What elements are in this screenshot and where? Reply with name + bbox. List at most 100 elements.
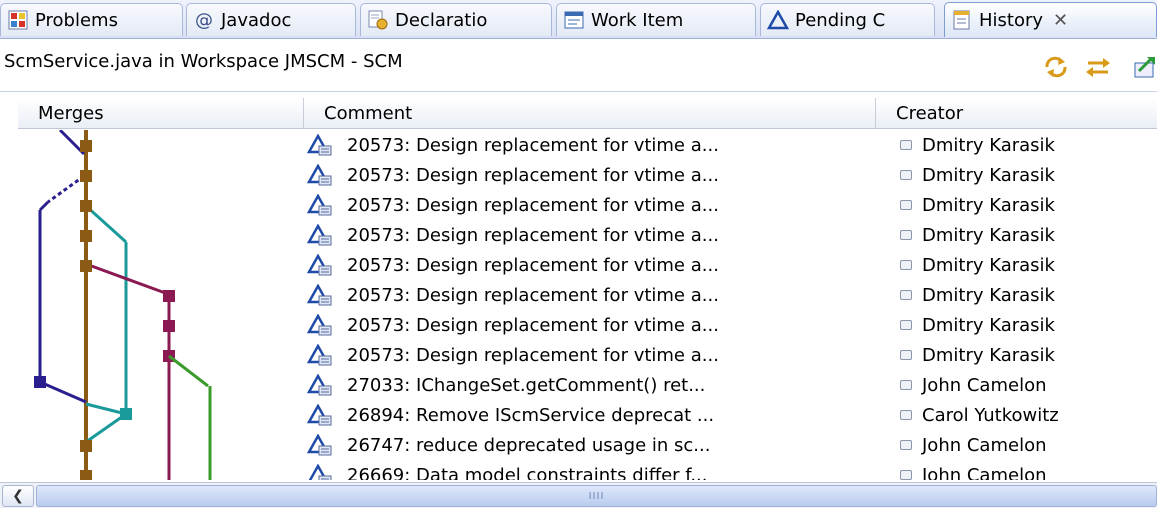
comment-text: 20573: Design replacement for vtime a... <box>347 344 719 366</box>
comment-cell: 27033: IChangeSet.getComment() ret... <box>305 374 875 396</box>
user-icon <box>900 350 912 360</box>
tab-label: History <box>979 9 1044 31</box>
comment-cell: 20573: Design replacement for vtime a... <box>305 134 875 156</box>
creator-cell: Carol Yutkowitz <box>900 405 1059 426</box>
merge-node <box>80 140 92 152</box>
change-set-icon <box>306 224 333 246</box>
tab-pending-changes[interactable]: Pending C <box>760 3 935 36</box>
creator-name: John Camelon <box>922 464 1047 481</box>
creator-name: Dmitry Karasik <box>922 194 1055 216</box>
at-sign-icon: @ <box>195 9 213 31</box>
creator-name: Dmitry Karasik <box>922 254 1055 276</box>
change-set-icon <box>306 374 333 396</box>
tab-label: Problems <box>35 9 118 31</box>
comment-cell: 20573: Design replacement for vtime a... <box>305 224 875 246</box>
creator-name: Dmitry Karasik <box>922 134 1055 156</box>
user-icon <box>900 470 912 480</box>
user-icon <box>900 380 912 390</box>
change-set-icon <box>307 464 333 480</box>
comment-text: 20573: Design replacement for vtime a... <box>347 194 719 216</box>
tab-label: Declaratio <box>395 9 488 31</box>
delta-icon <box>767 9 789 31</box>
creator-name: Dmitry Karasik <box>922 164 1055 186</box>
merge-node <box>80 440 92 452</box>
compare-icon[interactable] <box>1084 54 1112 80</box>
comment-cell: 20573: Design replacement for vtime a... <box>305 314 875 336</box>
tab-problems[interactable]: Problems <box>0 3 183 36</box>
change-set-icon <box>306 434 333 456</box>
history-toolbar: ScmService.java in Workspace JMSCM - SCM <box>0 39 1157 92</box>
merge-node <box>80 230 92 242</box>
tab-label: Work Item <box>591 9 684 31</box>
comment-cell: 26894: Remove IScmService deprecat ... <box>305 404 875 426</box>
user-icon <box>900 230 912 240</box>
comment-cell: 20573: Design replacement for vtime a... <box>305 194 875 216</box>
comment-text: 26894: Remove IScmService deprecat ... <box>347 404 715 426</box>
creator-cell: Dmitry Karasik <box>900 285 1055 306</box>
merge-node <box>34 376 46 388</box>
comment-cell: 20573: Design replacement for vtime a... <box>305 254 875 276</box>
comment-text: 20573: Design replacement for vtime a... <box>347 314 719 336</box>
view-tab-bar: Problems @ Javadoc Declaratio Work Item … <box>0 0 1157 39</box>
column-header-label: Comment <box>324 102 413 124</box>
user-icon <box>900 290 912 300</box>
tab-declaration[interactable]: Declaratio <box>360 3 552 36</box>
creator-cell: Dmitry Karasik <box>900 225 1055 246</box>
problems-icon <box>7 9 29 31</box>
merge-line-navy <box>47 174 85 204</box>
comment-text: 20573: Design replacement for vtime a... <box>347 284 719 306</box>
creator-cell: John Camelon <box>900 464 1047 481</box>
comment-text: 20573: Design replacement for vtime a... <box>347 134 719 156</box>
column-header-label: Creator <box>896 102 964 124</box>
comment-cell: 20573: Design replacement for vtime a... <box>305 164 875 186</box>
scroll-thumb[interactable]: IIII <box>36 485 1157 507</box>
change-set-icon <box>306 404 333 426</box>
merge-node <box>120 408 132 420</box>
tab-label: Javadoc <box>221 9 292 31</box>
comment-text: 20573: Design replacement for vtime a... <box>347 224 719 246</box>
sync-icon[interactable] <box>1042 54 1070 80</box>
merge-node <box>80 200 92 212</box>
column-header-comment[interactable]: Comment <box>304 98 876 128</box>
history-resource-path: ScmService.java in Workspace JMSCM - SCM <box>4 51 403 72</box>
merge-node <box>163 320 175 332</box>
change-set-icon <box>306 254 333 276</box>
close-icon[interactable]: ✕ <box>1053 10 1068 31</box>
creator-name: Carol Yutkowitz <box>922 404 1059 426</box>
change-set-icon <box>306 164 333 186</box>
user-icon <box>900 260 912 270</box>
creator-cell: Dmitry Karasik <box>900 315 1055 336</box>
comment-text: 20573: Design replacement for vtime a... <box>347 164 719 186</box>
comment-cell: 26747: reduce deprecated usage in sc... <box>305 434 875 456</box>
user-icon <box>900 440 912 450</box>
tab-history[interactable]: History ✕ <box>944 2 1157 37</box>
scroll-left-button[interactable]: ❮ <box>2 485 34 507</box>
merge-line-navy <box>39 380 87 404</box>
creator-name: Dmitry Karasik <box>922 314 1055 336</box>
declaration-icon <box>367 9 389 31</box>
tab-work-item[interactable]: Work Item <box>556 3 756 36</box>
creator-cell: Dmitry Karasik <box>900 195 1055 216</box>
merge-line-navy <box>38 200 50 212</box>
change-set-icon <box>306 344 333 366</box>
creator-name: Dmitry Karasik <box>922 224 1055 246</box>
export-icon[interactable] <box>1128 54 1157 80</box>
column-header-creator[interactable]: Creator <box>876 98 1157 128</box>
creator-cell: Dmitry Karasik <box>900 165 1055 186</box>
creator-name: John Camelon <box>922 374 1047 396</box>
comment-text: 26747: reduce deprecated usage in sc... <box>347 434 711 456</box>
merge-graph <box>34 130 212 480</box>
column-header-merges[interactable]: Merges <box>18 98 304 128</box>
merge-node <box>80 170 92 182</box>
comment-text: 26669: Data model constraints differ f..… <box>347 464 708 481</box>
creator-name: Dmitry Karasik <box>922 344 1055 366</box>
change-set-icon <box>306 194 333 216</box>
change-set-icon <box>306 314 333 336</box>
column-header-label: Merges <box>38 102 104 124</box>
table-header: Merges Comment Creator <box>18 98 1157 129</box>
tab-javadoc[interactable]: @ Javadoc <box>186 3 356 36</box>
horizontal-scrollbar[interactable]: ❮ IIII <box>0 482 1157 508</box>
creator-name: Dmitry Karasik <box>922 284 1055 306</box>
comment-text: 27033: IChangeSet.getComment() ret... <box>347 374 706 396</box>
comment-cell: 26669: Data model constraints differ f..… <box>305 464 875 480</box>
